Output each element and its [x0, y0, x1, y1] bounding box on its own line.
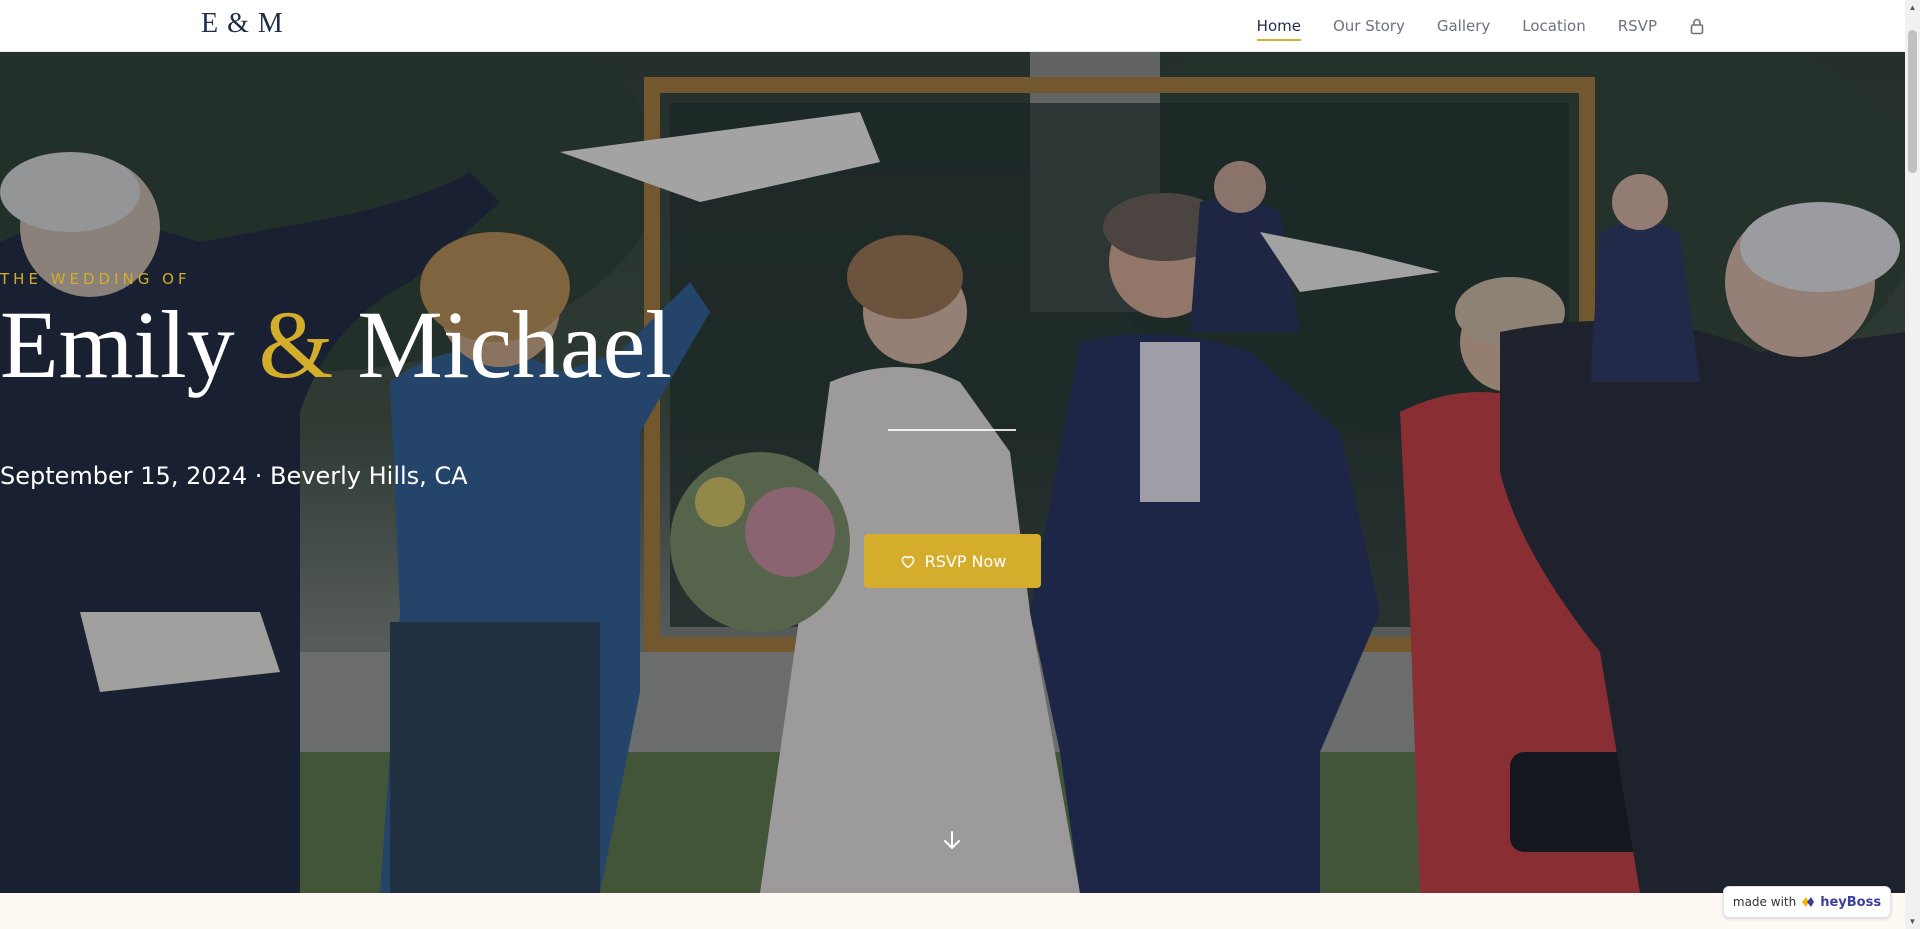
nav-links: Home Our Story Gallery Location RSVP [1256, 0, 1705, 52]
arrow-down-icon[interactable] [940, 828, 964, 852]
rsvp-now-label: RSVP Now [924, 551, 1007, 571]
ampersand: & [258, 291, 334, 398]
nav-link-rsvp[interactable]: RSVP [1618, 11, 1657, 41]
hero-divider [888, 429, 1016, 431]
scroll-up-icon[interactable]: ▲ [1905, 0, 1920, 15]
top-navbar: E & M Home Our Story Gallery Location RS… [0, 0, 1905, 52]
made-with-badge[interactable]: made with heyBoss [1723, 886, 1891, 918]
badge-brand: heyBoss [1820, 894, 1882, 910]
name-second: Michael [357, 291, 672, 398]
nav-link-location[interactable]: Location [1522, 11, 1585, 41]
site-logo[interactable]: E & M [201, 8, 284, 40]
nav-link-home[interactable]: Home [1256, 11, 1302, 41]
couple-names: Emily & Michael [0, 292, 1905, 398]
hero-section: THE WEDDING OF Emily & Michael September… [0, 52, 1905, 893]
hero-eyebrow: THE WEDDING OF [0, 270, 191, 288]
page-scrollbar[interactable]: ▲ ▼ [1905, 0, 1920, 929]
badge-prefix: made with [1732, 895, 1797, 909]
nav-link-gallery[interactable]: Gallery [1437, 11, 1490, 41]
date-location: September 15, 2024 · Beverly Hills, CA [0, 462, 468, 490]
scrollbar-thumb[interactable] [1908, 30, 1917, 173]
name-first: Emily [0, 291, 235, 398]
nav-link-our-story[interactable]: Our Story [1333, 11, 1405, 41]
lock-icon[interactable] [1689, 17, 1705, 35]
rsvp-now-button[interactable]: RSVP Now [864, 534, 1041, 588]
next-section-peek [0, 893, 1905, 929]
scroll-down-icon[interactable]: ▼ [1905, 914, 1920, 929]
heyboss-logo-icon [1801, 896, 1815, 908]
heart-icon [899, 552, 917, 570]
